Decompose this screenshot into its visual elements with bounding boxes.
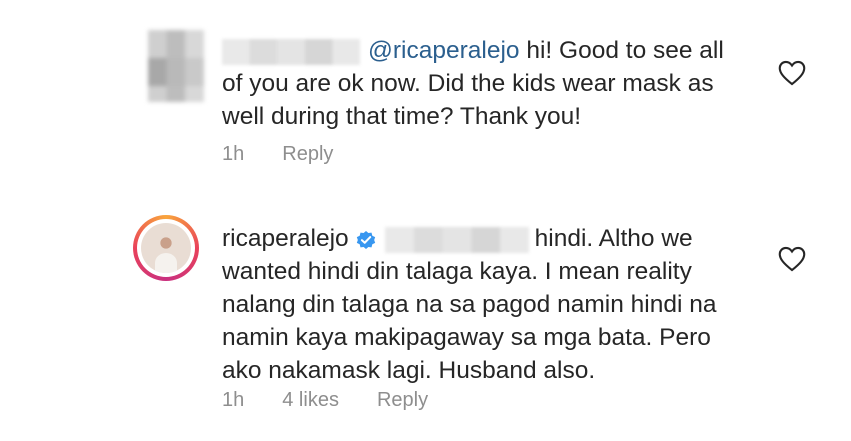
likes-count[interactable]: 4 likes (282, 389, 339, 411)
username-link[interactable]: ricaperalejo (222, 225, 349, 252)
heart-outline-icon[interactable] (778, 60, 806, 86)
avatar (141, 223, 191, 273)
verified-badge-icon (356, 230, 375, 249)
comment-meta: 1h Reply (222, 143, 371, 166)
comment-text-line: wanted hindi din talaga kaya. I mean rea… (222, 258, 692, 285)
username-blurred[interactable] (222, 38, 360, 65)
comment-body: ricaperalejo hindi. Altho we wanted hindi… (222, 222, 716, 387)
reply-button[interactable]: Reply (282, 143, 333, 165)
heart-outline-icon[interactable] (778, 246, 806, 272)
reply-button[interactable]: Reply (377, 389, 428, 411)
timestamp: 1h (222, 389, 245, 411)
comment-text: hindi. Altho we (534, 225, 693, 252)
comment-text-line: ako nakamask lagi. Husband also. (222, 357, 596, 384)
comment-text-line: nalang din talaga na sa pagod namin hind… (222, 291, 717, 318)
comment-first-line: @ricaperalejo hi! Good to see all (222, 34, 724, 67)
avatar-story-ring[interactable] (133, 215, 199, 281)
mentioned-user-blurred[interactable] (384, 226, 529, 253)
timestamp: 1h (222, 143, 245, 165)
avatar-blurred[interactable] (148, 30, 204, 102)
comment-meta: 1h 4 likes Reply (222, 389, 466, 412)
comment-body: @ricaperalejo hi! Good to see all of you… (222, 34, 724, 133)
comment-text-line: well during that time? Thank you! (222, 103, 582, 130)
comment-text-line: namin kaya makipagaway sa mga bata. Pero (222, 324, 711, 351)
comment-first-line: ricaperalejo hindi. Altho we (222, 222, 716, 255)
mention-link[interactable]: @ricaperalejo (368, 37, 520, 64)
comment-text: hi! Good to see all (519, 37, 724, 64)
comment-text-line: of you are ok now. Did the kids wear mas… (222, 70, 714, 97)
